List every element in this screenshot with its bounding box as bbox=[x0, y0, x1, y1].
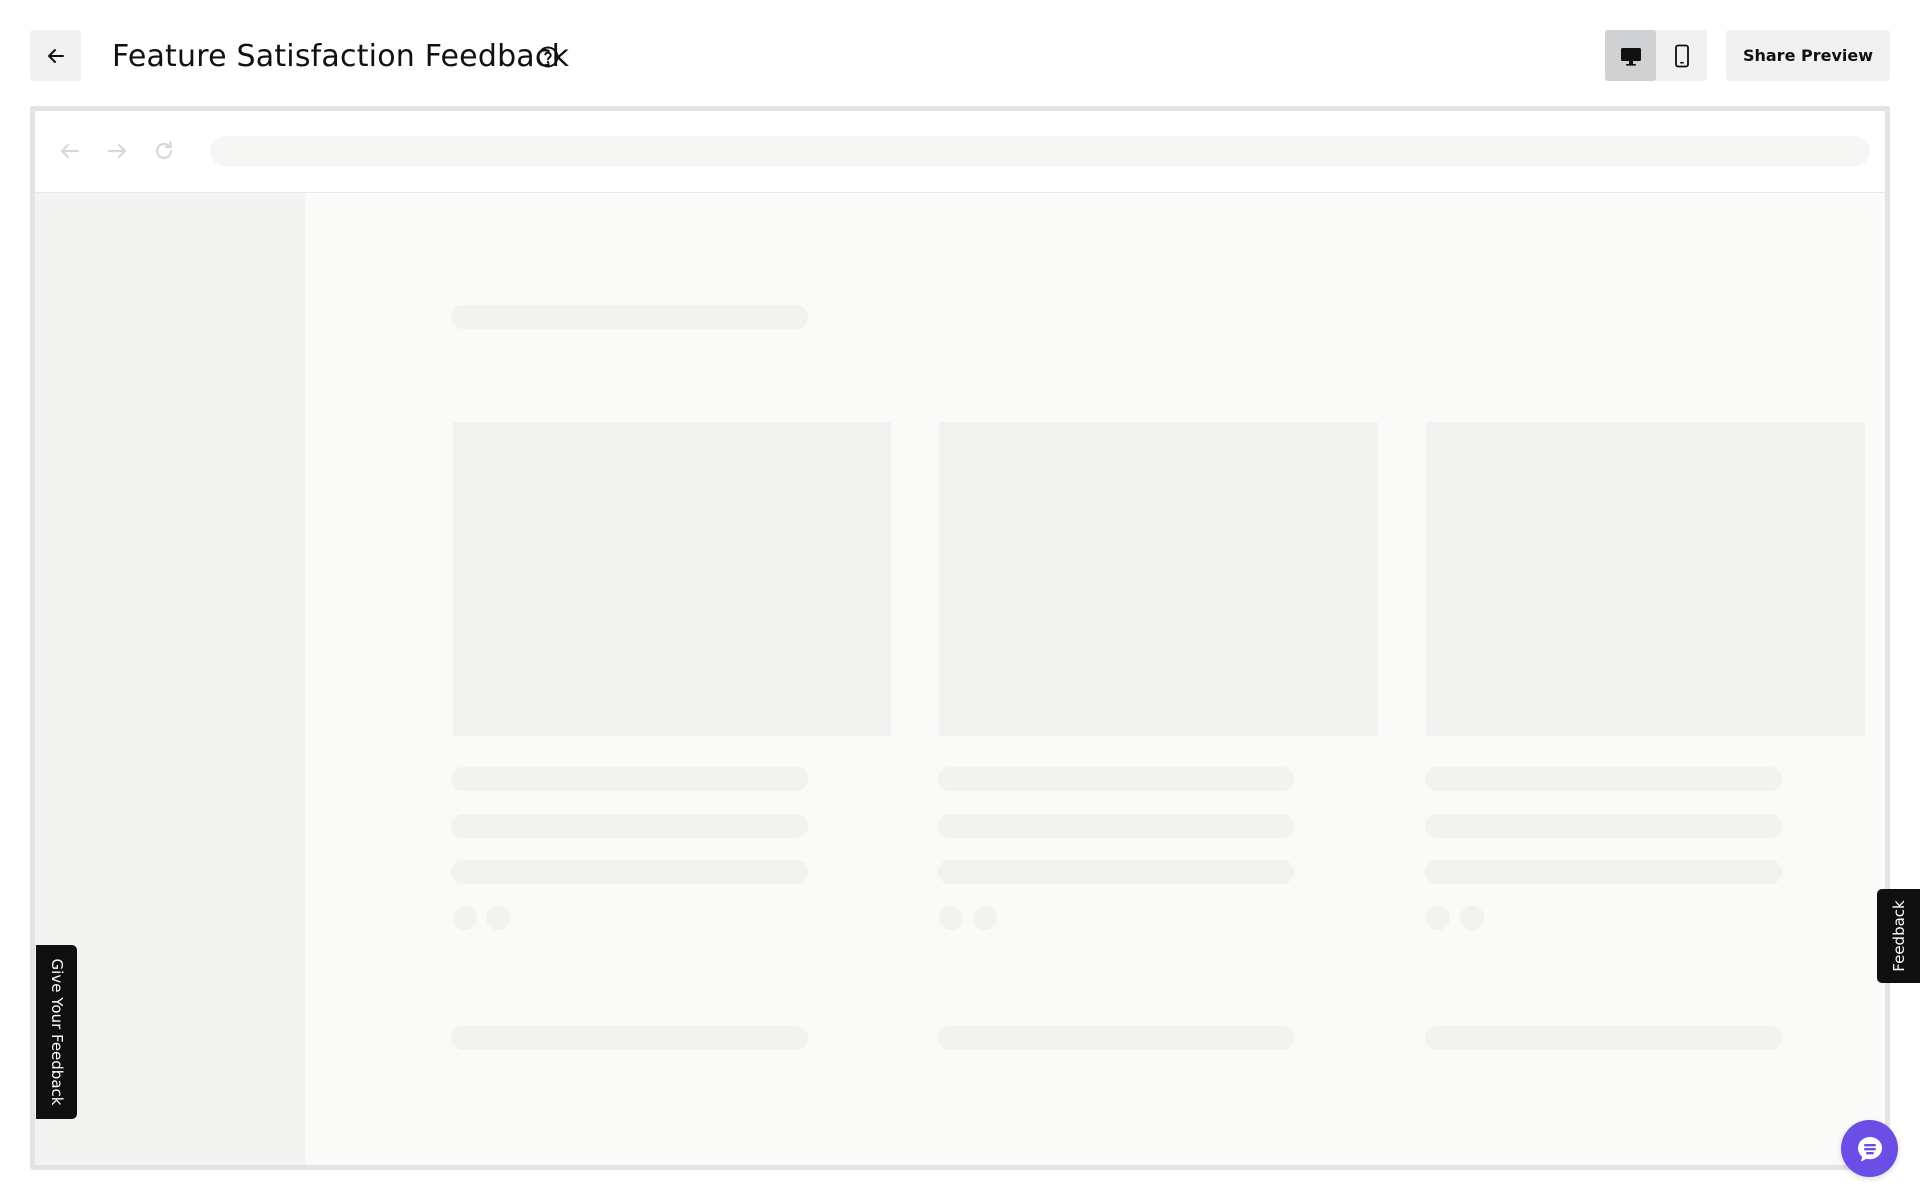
card-dot-skeleton bbox=[973, 906, 997, 930]
card-text-skeleton bbox=[938, 860, 1294, 884]
card-dot-skeleton bbox=[1426, 906, 1450, 930]
arrow-right-icon[interactable] bbox=[104, 138, 130, 164]
give-feedback-label: Give Your Feedback bbox=[47, 958, 66, 1106]
reload-icon[interactable] bbox=[151, 138, 177, 164]
card-text-skeleton bbox=[451, 860, 808, 884]
card-image-skeleton bbox=[939, 422, 1378, 736]
card-image-skeleton bbox=[453, 422, 891, 736]
give-feedback-tab[interactable]: Give Your Feedback bbox=[36, 945, 77, 1119]
share-preview-button[interactable]: Share Preview bbox=[1726, 30, 1890, 81]
browser-toolbar bbox=[35, 111, 1885, 193]
desktop-icon bbox=[1620, 47, 1641, 66]
card-dot-skeleton bbox=[486, 906, 510, 930]
url-bar[interactable] bbox=[210, 136, 1870, 166]
card-text-skeleton bbox=[451, 814, 808, 838]
card-text-skeleton bbox=[938, 767, 1294, 791]
feedback-label: Feedback bbox=[1889, 900, 1908, 972]
chat-launcher-button[interactable] bbox=[1841, 1120, 1898, 1177]
page-title: Feature Satisfaction Feedback bbox=[112, 39, 570, 74]
card-text-skeleton bbox=[938, 814, 1294, 838]
heading-skeleton bbox=[451, 305, 808, 329]
card-footer-skeleton bbox=[1425, 1026, 1782, 1050]
card-dot-skeleton bbox=[1460, 906, 1484, 930]
question-circle-icon[interactable] bbox=[536, 45, 560, 69]
arrow-left-icon[interactable] bbox=[57, 138, 83, 164]
card-text-skeleton bbox=[1425, 767, 1782, 791]
card-text-skeleton bbox=[1425, 814, 1782, 838]
card-footer-skeleton bbox=[938, 1026, 1294, 1050]
card-dot-skeleton bbox=[453, 906, 477, 930]
desktop-view-button[interactable] bbox=[1605, 30, 1656, 81]
card-text-skeleton bbox=[451, 767, 808, 791]
mobile-view-button[interactable] bbox=[1656, 30, 1707, 81]
card-dot-skeleton bbox=[939, 906, 963, 930]
card-footer-skeleton bbox=[451, 1026, 808, 1050]
card-text-skeleton bbox=[1425, 860, 1782, 884]
mobile-icon bbox=[1674, 44, 1689, 67]
arrow-left-icon bbox=[47, 48, 64, 63]
device-toggle bbox=[1605, 30, 1707, 81]
chat-bubble-icon bbox=[1857, 1136, 1882, 1161]
feedback-tab[interactable]: Feedback bbox=[1877, 889, 1920, 983]
preview-frame bbox=[30, 106, 1890, 1170]
card-image-skeleton bbox=[1426, 422, 1865, 736]
back-button[interactable] bbox=[30, 30, 81, 81]
